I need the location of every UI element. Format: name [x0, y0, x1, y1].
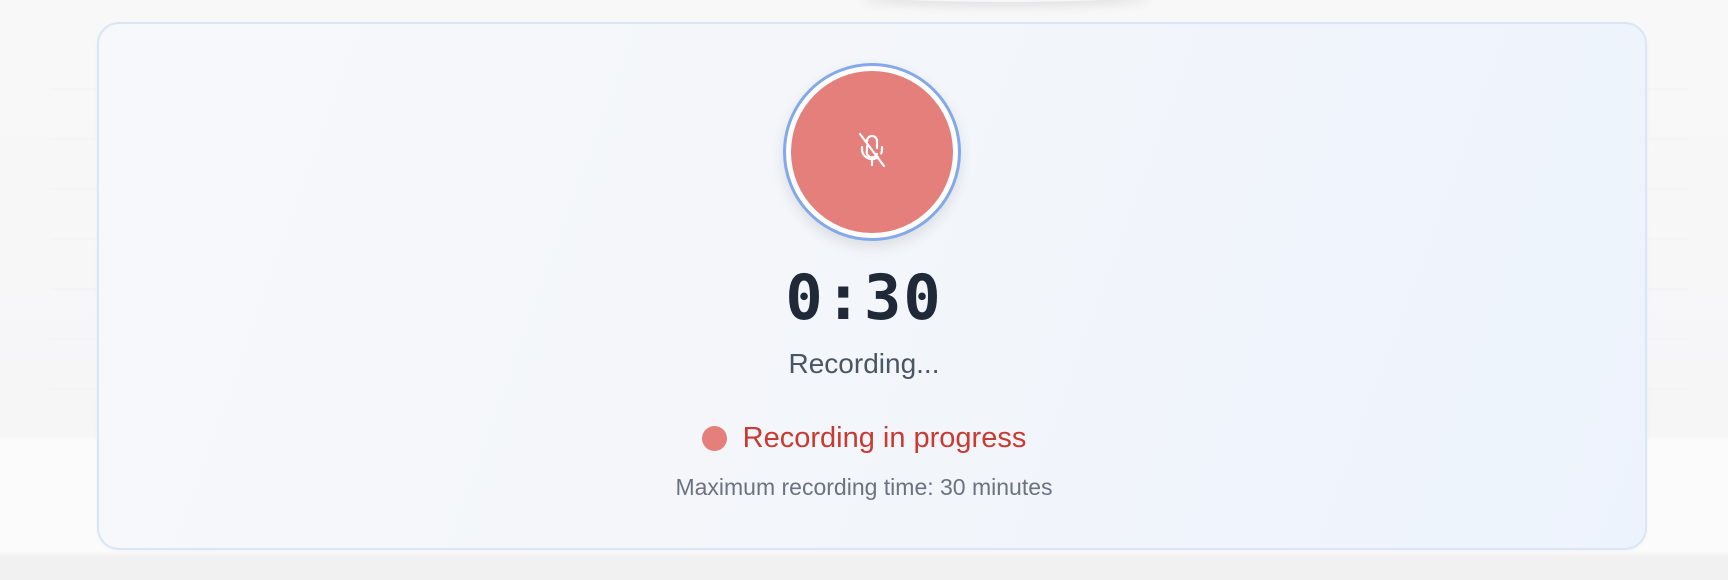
- mic-button-fill: [791, 71, 953, 233]
- recording-progress-indicator: Recording in progress: [0, 420, 1728, 456]
- max-recording-time-note: Maximum recording time: 30 minutes: [675, 474, 1053, 500]
- top-element-shadow: [860, 0, 1150, 2]
- recording-status-text: Recording...: [788, 348, 940, 379]
- recording-progress-label: Recording in progress: [742, 422, 1027, 454]
- stop-recording-button[interactable]: [783, 63, 961, 241]
- recording-timer: 0:30: [785, 261, 943, 334]
- microphone-off-icon: [856, 131, 888, 174]
- recording-dot-icon: [701, 425, 727, 451]
